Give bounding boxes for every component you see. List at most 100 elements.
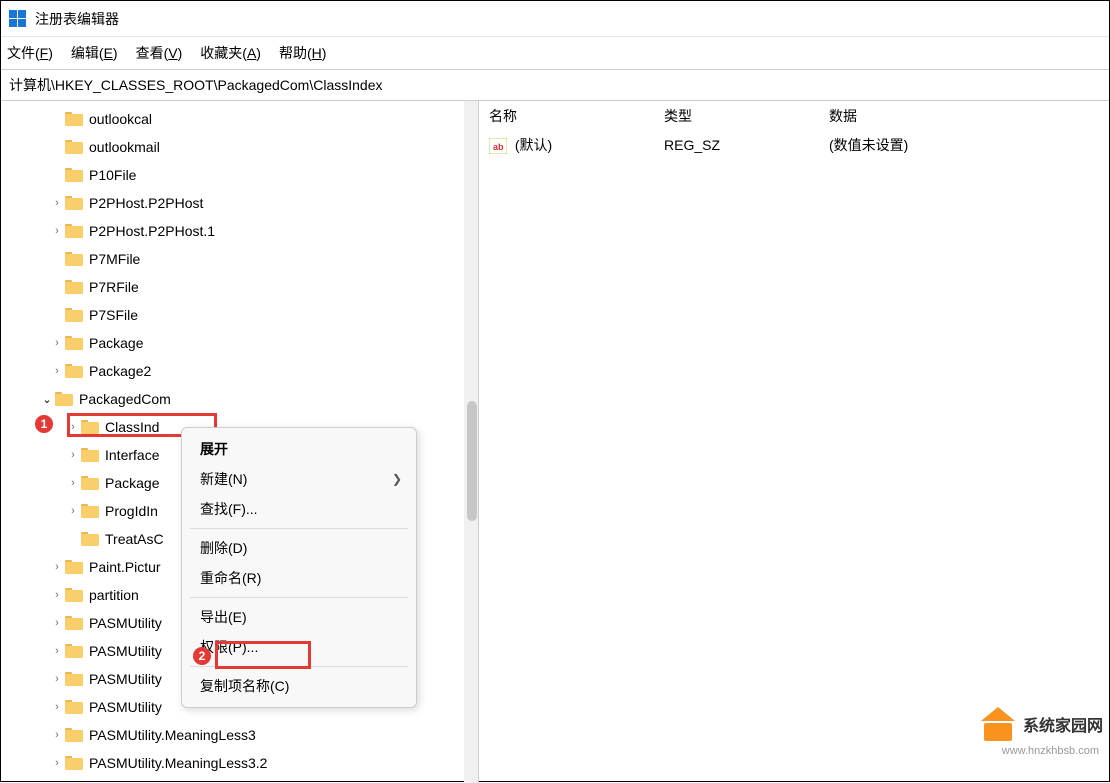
ctx-new[interactable]: 新建(N)❯ [182, 464, 416, 494]
list-row[interactable]: ab (默认) REG_SZ (数值未设置) [479, 131, 1109, 159]
col-header-type[interactable]: 类型 [654, 106, 819, 126]
menu-edit[interactable]: 编辑(E) [71, 43, 118, 63]
folder-icon [65, 168, 83, 182]
col-header-data[interactable]: 数据 [819, 106, 1109, 126]
cell-name: ab (默认) [479, 135, 654, 155]
menu-favorites[interactable]: 收藏夹(A) [200, 43, 261, 63]
chevron-right-icon[interactable]: › [49, 197, 65, 209]
tree-item-label: P2PHost.P2PHost.1 [89, 223, 215, 239]
tree-item-label: P7MFile [89, 251, 140, 267]
ctx-delete[interactable]: 删除(D) [182, 533, 416, 563]
folder-icon [65, 112, 83, 126]
folder-icon [65, 672, 83, 686]
watermark-logo: 系统家园网 [979, 707, 1103, 741]
tree-item[interactable]: › Package [1, 329, 478, 357]
folder-icon [65, 364, 83, 378]
ctx-permissions[interactable]: 权限(P)... [182, 632, 416, 662]
chevron-right-icon[interactable]: › [65, 421, 81, 433]
chevron-right-icon[interactable]: › [49, 337, 65, 349]
scrollbar-thumb[interactable] [467, 401, 477, 521]
chevron-right-icon[interactable]: › [49, 617, 65, 629]
folder-icon [81, 532, 99, 546]
tree-item[interactable]: P10File [1, 161, 478, 189]
tree-item-label: P2PHost.P2PHost [89, 195, 203, 211]
menu-help[interactable]: 帮助(H) [279, 43, 326, 63]
ctx-expand[interactable]: 展开 [182, 434, 416, 464]
tree-item-label: outlookcal [89, 111, 152, 127]
folder-icon [81, 420, 99, 434]
tree-item-label: PackagedCom [79, 391, 171, 407]
marker-2: 2 [193, 647, 211, 665]
scrollbar-track[interactable] [464, 101, 478, 783]
folder-icon [65, 224, 83, 238]
menu-file[interactable]: 文件(F) [7, 43, 53, 63]
tree-item-label: ClassInd [105, 419, 159, 435]
tree-item-label: Package [89, 335, 143, 351]
tree-item[interactable]: › PASMUtility.MeaningLess3.2 [1, 749, 478, 777]
tree-item[interactable]: outlookcal [1, 105, 478, 133]
tree-item[interactable]: P7MFile [1, 245, 478, 273]
chevron-right-icon[interactable]: › [49, 673, 65, 685]
chevron-right-icon[interactable]: › [49, 561, 65, 573]
folder-icon [65, 728, 83, 742]
chevron-right-icon[interactable]: › [49, 701, 65, 713]
address-text: 计算机\HKEY_CLASSES_ROOT\PackagedCom\ClassI… [9, 75, 382, 95]
folder-icon [65, 700, 83, 714]
col-header-name[interactable]: 名称 [479, 106, 654, 126]
tree-item[interactable]: P7SFile [1, 301, 478, 329]
tree-item[interactable]: › P2PHost.P2PHost [1, 189, 478, 217]
chevron-right-icon[interactable]: › [65, 505, 81, 517]
tree-item-label: P7SFile [89, 307, 138, 323]
ctx-copy-key-name[interactable]: 复制项名称(C) [182, 671, 416, 701]
tree-item[interactable]: ›Package2 [1, 357, 478, 385]
ctx-separator [190, 597, 408, 598]
chevron-right-icon[interactable]: › [49, 757, 65, 769]
ctx-find[interactable]: 查找(F)... [182, 494, 416, 524]
tree-item[interactable]: ›PASMUtility.MeaningLess3 [1, 721, 478, 749]
tree-item[interactable]: › P2PHost.P2PHost.1 [1, 217, 478, 245]
menubar: 文件(F) 编辑(E) 查看(V) 收藏夹(A) 帮助(H) [1, 37, 1109, 69]
folder-icon [65, 616, 83, 630]
app-icon [9, 10, 27, 28]
window-title: 注册表编辑器 [35, 9, 119, 29]
tree-item-label: PASMUtility.MeaningLess3.2 [89, 755, 267, 771]
ctx-rename[interactable]: 重命名(R) [182, 563, 416, 593]
list-header: 名称 类型 数据 [479, 101, 1109, 131]
chevron-right-icon[interactable]: › [49, 589, 65, 601]
chevron-right-icon[interactable]: › [65, 449, 81, 461]
tree-item-label: TreatAsC [105, 531, 164, 547]
marker-1: 1 [35, 415, 53, 433]
folder-icon [81, 504, 99, 518]
svg-text:ab: ab [493, 142, 504, 152]
tree-item[interactable]: P7RFile [1, 273, 478, 301]
list-pane: 名称 类型 数据 ab (默认) REG_SZ (数值未设置) [479, 101, 1109, 783]
chevron-right-icon[interactable]: › [65, 477, 81, 489]
chevron-down-icon[interactable]: ⌄ [39, 393, 55, 406]
tree-item[interactable]: ⌄ PackagedCom [1, 385, 478, 413]
folder-icon [65, 308, 83, 322]
watermark-text: 系统家园网 [1023, 712, 1103, 736]
folder-icon [65, 560, 83, 574]
tree-item-label: partition [89, 587, 139, 603]
ctx-separator [190, 528, 408, 529]
tree-item-label: Package [105, 475, 159, 491]
folder-icon [65, 756, 83, 770]
ctx-export[interactable]: 导出(E) [182, 602, 416, 632]
tree-item-label: P7RFile [89, 279, 139, 295]
address-bar[interactable]: 计算机\HKEY_CLASSES_ROOT\PackagedCom\ClassI… [1, 69, 1109, 101]
chevron-right-icon[interactable]: › [49, 729, 65, 741]
watermark-url: www.hnzkhbsb.com [1002, 745, 1099, 757]
tree-item-label: PASMUtility [89, 643, 162, 659]
chevron-right-icon[interactable]: › [49, 365, 65, 377]
chevron-right-icon[interactable]: › [49, 645, 65, 657]
tree-item[interactable]: outlookmail [1, 133, 478, 161]
folder-icon [55, 392, 73, 406]
tree-item-label: Paint.Pictur [89, 559, 161, 575]
chevron-right-icon: ❯ [392, 472, 402, 486]
folder-icon [65, 644, 83, 658]
folder-icon [65, 196, 83, 210]
menu-view[interactable]: 查看(V) [136, 43, 183, 63]
chevron-right-icon[interactable]: › [49, 225, 65, 237]
tree-item-label: PASMUtility [89, 615, 162, 631]
cell-type: REG_SZ [654, 137, 819, 153]
